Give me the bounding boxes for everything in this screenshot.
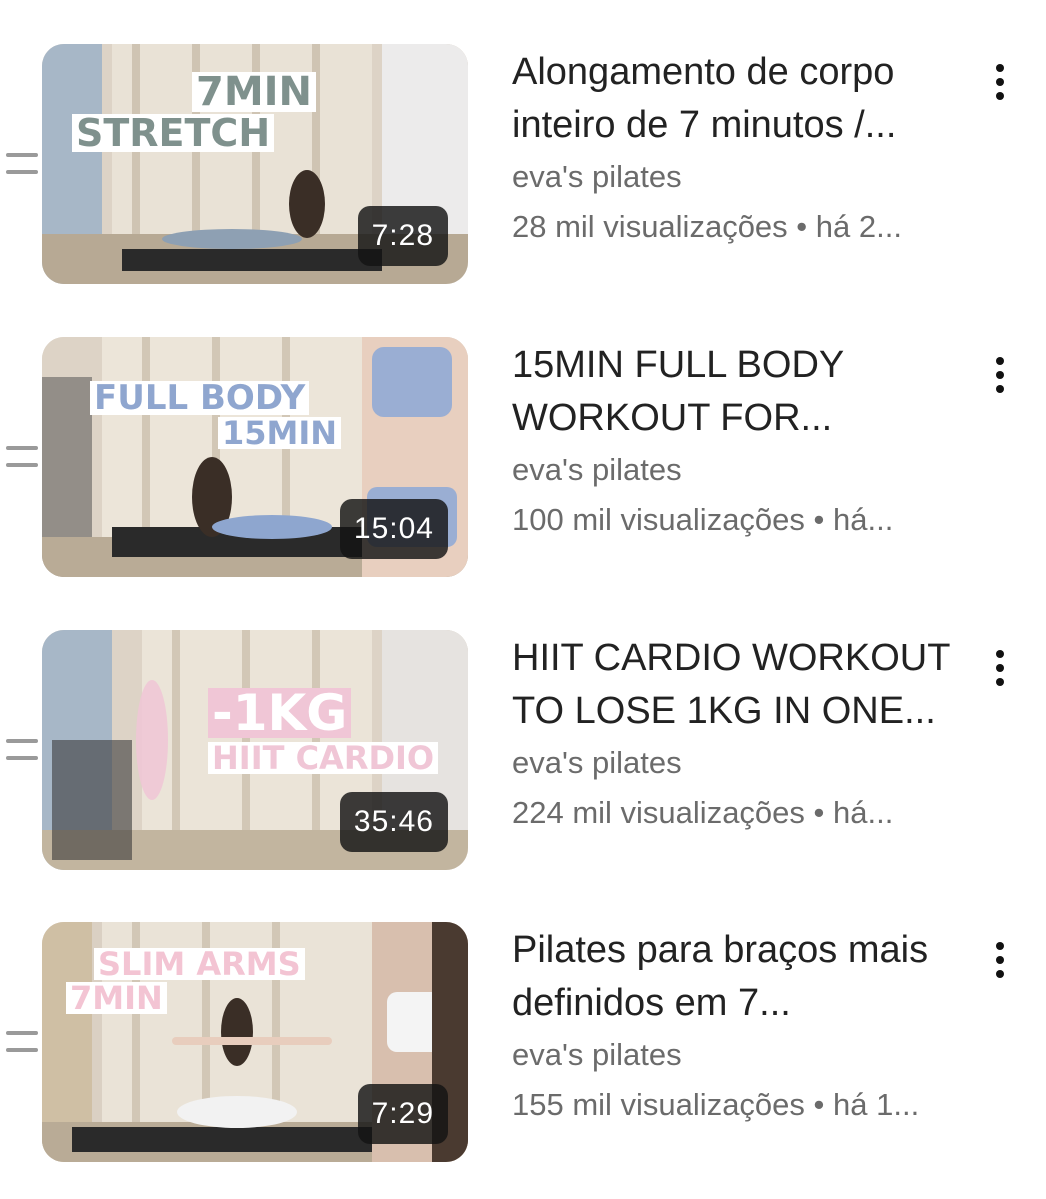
view-count: 224 mil visualizações	[512, 795, 805, 830]
video-info[interactable]: 15MIN FULL BODY WORKOUT FOR... eva's pil…	[512, 337, 982, 545]
duration-badge: 15:04	[339, 499, 448, 559]
video-item[interactable]: 7MIN STRETCH 7:28 Alongamento de corpo i…	[0, 44, 1046, 284]
meta-separator: •	[813, 502, 825, 537]
channel-name[interactable]: eva's pilates	[512, 152, 982, 202]
video-meta: 224 mil visualizações • há...	[512, 788, 982, 838]
video-meta: 155 mil visualizações • há 1...	[512, 1080, 982, 1130]
view-count: 155 mil visualizações	[512, 1087, 805, 1122]
view-count: 28 mil visualizações	[512, 209, 788, 244]
more-vertical-icon[interactable]	[984, 646, 1018, 690]
video-info[interactable]: Pilates para braços mais definidos em 7.…	[512, 922, 982, 1130]
drag-handle-icon[interactable]	[6, 737, 38, 765]
video-title[interactable]: Pilates para braços mais definidos em 7.…	[512, 924, 982, 1030]
video-title[interactable]: 15MIN FULL BODY WORKOUT FOR...	[512, 339, 982, 445]
drag-handle-icon[interactable]	[6, 1029, 38, 1057]
video-info[interactable]: Alongamento de corpo inteiro de 7 minuto…	[512, 44, 982, 252]
meta-separator: •	[796, 209, 808, 244]
thumbnail-overlay-line-2: STRETCH	[72, 114, 275, 152]
duration-badge: 7:28	[357, 206, 448, 266]
drag-handle-icon[interactable]	[6, 151, 38, 179]
video-info[interactable]: HIIT CARDIO WORKOUT TO LOSE 1KG IN ONE..…	[512, 630, 982, 838]
video-thumbnail[interactable]: SLIM ARMS 7MIN 7:29	[42, 922, 468, 1162]
duration-badge: 7:29	[357, 1084, 448, 1144]
thumbnail-overlay-line-1: FULL BODY	[90, 381, 310, 415]
upload-age: há...	[833, 795, 894, 830]
upload-age: há 1...	[833, 1087, 920, 1122]
video-thumbnail[interactable]: -1KG HIIT CARDIO 35:46	[42, 630, 468, 870]
channel-name[interactable]: eva's pilates	[512, 445, 982, 495]
video-item[interactable]: FULL BODY 15MIN 15:04 15MIN FULL BODY WO…	[0, 337, 1046, 577]
channel-name[interactable]: eva's pilates	[512, 1030, 982, 1080]
thumbnail-overlay-line-1: SLIM ARMS	[94, 948, 305, 980]
thumbnail-overlay-line-1: 7MIN	[192, 72, 316, 112]
upload-age: há 2...	[815, 209, 902, 244]
thumbnail-overlay-line-1: -1KG	[208, 688, 352, 738]
more-vertical-icon[interactable]	[984, 60, 1018, 104]
drag-handle-icon[interactable]	[6, 444, 38, 472]
more-vertical-icon[interactable]	[984, 938, 1018, 982]
more-vertical-icon[interactable]	[984, 353, 1018, 397]
video-title[interactable]: HIIT CARDIO WORKOUT TO LOSE 1KG IN ONE..…	[512, 632, 982, 738]
video-thumbnail[interactable]: FULL BODY 15MIN 15:04	[42, 337, 468, 577]
video-item[interactable]: SLIM ARMS 7MIN 7:29 Pilates para braços …	[0, 922, 1046, 1162]
video-thumbnail[interactable]: 7MIN STRETCH 7:28	[42, 44, 468, 284]
video-item[interactable]: -1KG HIIT CARDIO 35:46 HIIT CARDIO WORKO…	[0, 630, 1046, 870]
video-list: 7MIN STRETCH 7:28 Alongamento de corpo i…	[0, 0, 1046, 1199]
view-count: 100 mil visualizações	[512, 502, 805, 537]
duration-badge: 35:46	[339, 792, 448, 852]
thumbnail-overlay-line-2: HIIT CARDIO	[208, 742, 439, 774]
video-title[interactable]: Alongamento de corpo inteiro de 7 minuto…	[512, 46, 982, 152]
channel-name[interactable]: eva's pilates	[512, 738, 982, 788]
video-meta: 28 mil visualizações • há 2...	[512, 202, 982, 252]
upload-age: há...	[833, 502, 894, 537]
thumbnail-overlay-line-2: 15MIN	[218, 417, 342, 449]
meta-separator: •	[813, 1087, 825, 1122]
meta-separator: •	[813, 795, 825, 830]
video-meta: 100 mil visualizações • há...	[512, 495, 982, 545]
thumbnail-overlay-line-2: 7MIN	[66, 982, 167, 1014]
